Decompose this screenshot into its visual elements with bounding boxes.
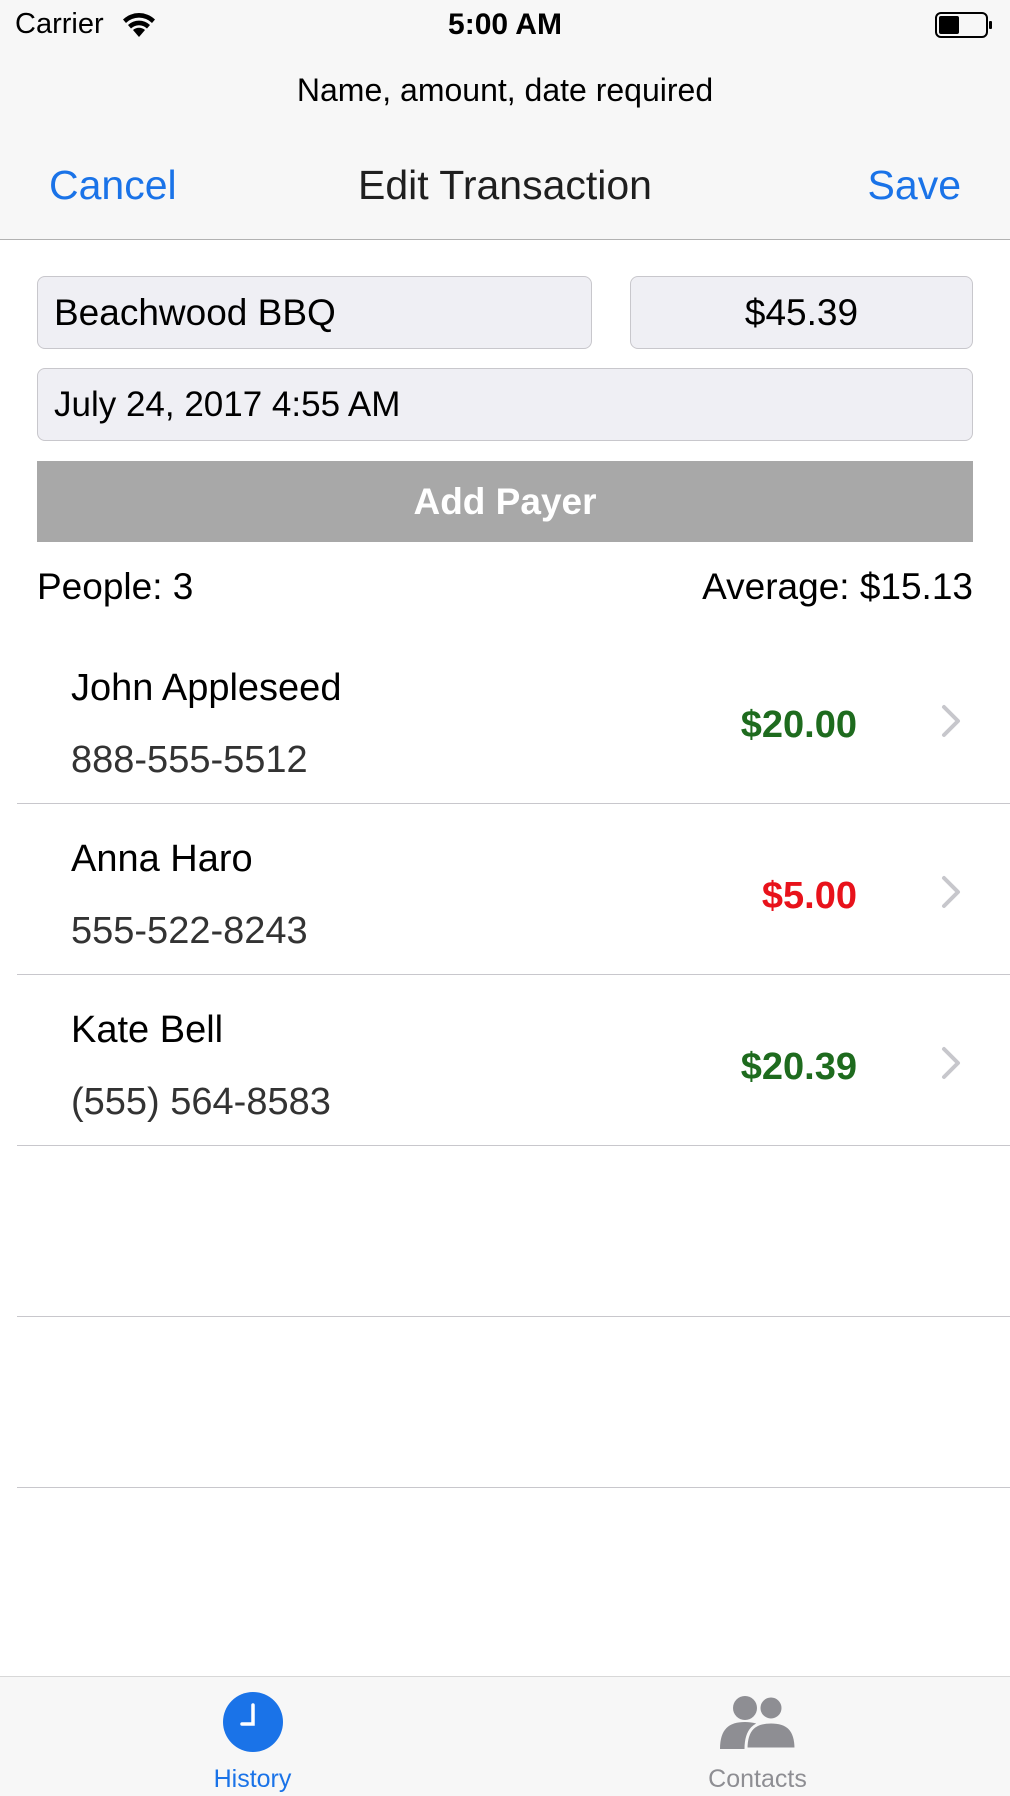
payer-phone: 555-522-8243 [71, 910, 308, 952]
payer-amount: $20.00 [740, 704, 857, 746]
save-button[interactable]: Save [868, 162, 961, 209]
payer-name: Anna Haro [71, 838, 253, 880]
payer-amount: $5.00 [761, 875, 857, 917]
empty-row [17, 1146, 1010, 1317]
people-count: People: 3 [37, 566, 194, 607]
add-payer-button[interactable]: Add Payer [37, 461, 973, 542]
chevron-right-icon [940, 703, 964, 739]
payer-row[interactable]: John Appleseed 888-555-5512 $20.00 [17, 633, 1010, 804]
page-title: Edit Transaction [358, 162, 652, 208]
tab-bar: History Contacts [0, 1676, 1010, 1796]
payer-phone: (555) 564-8583 [71, 1081, 331, 1123]
payer-amount: $20.39 [740, 1046, 857, 1088]
tab-history[interactable]: History [0, 1677, 505, 1796]
form-prompt: Name, amount, date required [296, 72, 714, 108]
tab-contacts[interactable]: Contacts [505, 1677, 1010, 1796]
clock-icon [222, 1691, 284, 1758]
status-bar: Carrier 5:00 AM [0, 0, 1010, 50]
payer-phone: 888-555-5512 [71, 739, 308, 781]
payer-row[interactable]: Kate Bell (555) 564-8583 $20.39 [17, 975, 1010, 1146]
payer-row[interactable]: Anna Haro 555-522-8243 $5.00 [17, 804, 1010, 975]
chevron-right-icon [940, 874, 964, 910]
tab-label: Contacts [708, 1765, 807, 1793]
chevron-right-icon [940, 1045, 964, 1081]
top-bar: Carrier 5:00 AM Name, amount, date requi… [0, 0, 1010, 240]
payer-name: John Appleseed [71, 667, 342, 709]
status-time: 5:00 AM [448, 8, 562, 41]
payer-name: Kate Bell [71, 1009, 224, 1051]
amount-field[interactable]: $45.39 [630, 276, 973, 349]
battery-icon [935, 12, 993, 38]
date-field[interactable]: July 24, 2017 4:55 AM [37, 368, 973, 441]
tab-label: History [213, 1765, 292, 1793]
empty-row [17, 1317, 1010, 1488]
people-icon [715, 1691, 801, 1756]
name-field[interactable]: Beachwood BBQ [37, 276, 592, 349]
average-amount: Average: $15.13 [702, 566, 973, 607]
